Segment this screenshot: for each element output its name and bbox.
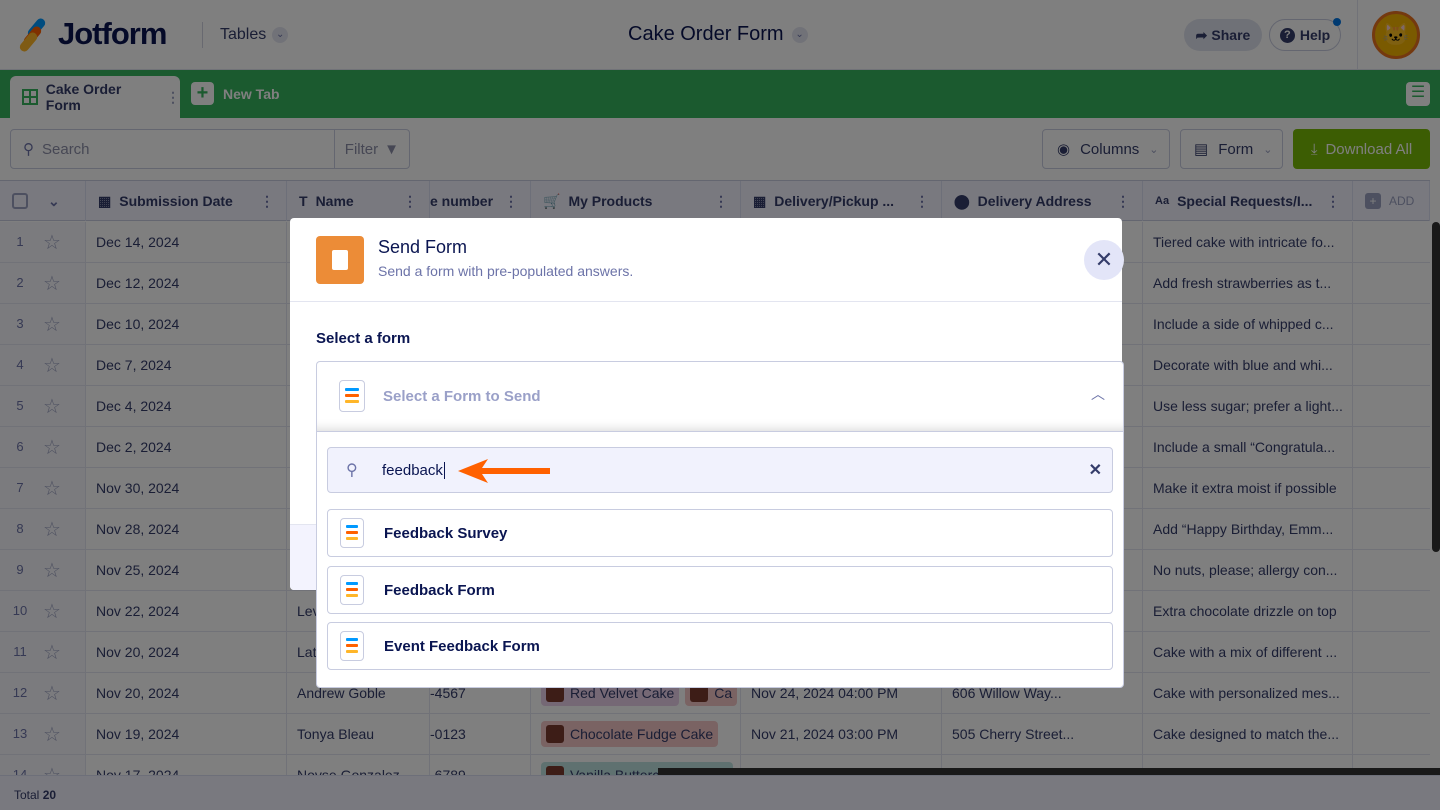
chevron-up-icon: ︿ [1091,386,1105,402]
form-dropdown-panel: ⚲ feedback ✕ Feedback Survey Feedback Fo… [316,431,1124,688]
close-icon[interactable]: ✕ [1084,240,1124,280]
search-icon: ⚲ [346,462,358,479]
form-icon [340,631,364,661]
send-form-icon [316,236,364,284]
select-form-label: Select a form [316,330,411,347]
form-option-label: Event Feedback Form [384,638,540,655]
form-option[interactable]: Event Feedback Form [327,622,1113,670]
annotation-arrow-icon [458,459,550,483]
form-icon [339,380,365,412]
modal-title: Send Form [378,237,468,257]
form-icon [340,518,364,548]
form-select-dropdown[interactable]: Select a Form to Send ︿ [316,361,1124,431]
form-search-input[interactable]: ⚲ feedback ✕ [327,447,1113,493]
form-option-label: Feedback Survey [384,525,508,542]
modal-subtitle: Send a form with pre-populated answers. [378,263,634,279]
form-icon [340,575,364,605]
form-option[interactable]: Feedback Form [327,566,1113,614]
select-placeholder: Select a Form to Send [383,388,541,405]
modal-header: Send Form Send a form with pre-populated… [290,218,1124,302]
search-value: feedback [382,462,445,479]
form-option[interactable]: Feedback Survey [327,509,1113,557]
form-option-label: Feedback Form [384,582,495,599]
clear-search-icon[interactable]: ✕ [1089,460,1102,480]
